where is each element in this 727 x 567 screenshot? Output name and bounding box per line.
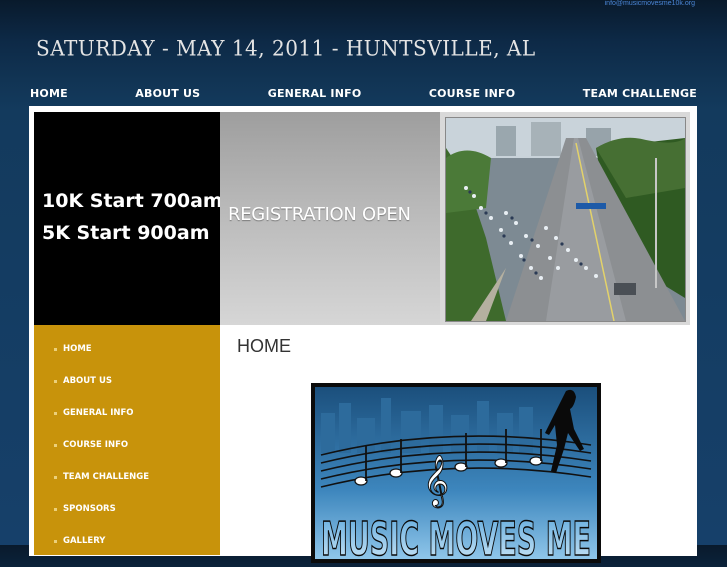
start-time-5k: 5K Start 900am [42,222,210,244]
left-sidebar-menu: HOME ABOUT US GENERAL INFO COURSE INFO T… [34,325,220,555]
sidebar-item-general-info[interactable]: GENERAL INFO [54,408,134,418]
sidebar-item-course-info[interactable]: COURSE INFO [54,440,128,450]
main-content: HOME 𝄞 MUSIC MOVES ME [220,325,690,567]
event-date-header: SATURDAY - MAY 14, 2011 - HUNTSVILLE, AL [36,35,536,61]
sidebar-item-label: ABOUT US [63,376,112,386]
bullet-icon [54,347,57,351]
hero-banner: 10K Start 700am 5K Start 900am REGISTRAT… [34,112,690,325]
registration-open-text: REGISTRATION OPEN [228,204,411,225]
start-times-panel: 10K Start 700am 5K Start 900am [34,112,223,325]
sidebar-item-team-challenge[interactable]: TEAM CHALLENGE [54,472,149,482]
bullet-icon [54,539,57,543]
race-photo [445,117,686,322]
sidebar-item-sponsors[interactable]: SPONSORS [54,504,116,514]
music-moves-me-logo: 𝄞 MUSIC MOVES ME [311,383,601,567]
bullet-icon [54,379,57,383]
bullet-icon [54,475,57,479]
sidebar-item-label: SPONSORS [63,504,116,514]
bullet-icon [54,411,57,415]
bullet-icon [54,507,57,511]
sidebar-item-label: HOME [63,344,92,354]
bullet-icon [54,443,57,447]
nav-team-challenge[interactable]: TEAM CHALLENGE [583,87,697,100]
svg-text:𝄞: 𝄞 [423,455,449,508]
nav-general-info[interactable]: GENERAL INFO [268,87,362,100]
top-navigation: HOME ABOUT US GENERAL INFO COURSE INFO T… [30,84,697,102]
sidebar-item-about-us[interactable]: ABOUT US [54,376,112,386]
sidebar-item-label: TEAM CHALLENGE [63,472,150,482]
sidebar-item-label: GENERAL INFO [63,408,134,418]
promo-text: MUSIC MOVES ME [321,512,591,563]
nav-course-info[interactable]: COURSE INFO [429,87,515,100]
email-link[interactable]: info@musicmovesme10k.org [605,0,695,7]
start-time-10k: 10K Start 700am [42,190,223,212]
race-photo-frame [440,112,690,325]
sidebar-item-label: COURSE INFO [63,440,129,450]
registration-panel: REGISTRATION OPEN [220,112,441,325]
sidebar-item-home[interactable]: HOME [54,344,92,354]
nav-about-us[interactable]: ABOUT US [135,87,200,100]
nav-home[interactable]: HOME [30,87,68,100]
logo-artwork: 𝄞 MUSIC MOVES ME [311,383,601,567]
page-title: HOME [237,336,291,356]
